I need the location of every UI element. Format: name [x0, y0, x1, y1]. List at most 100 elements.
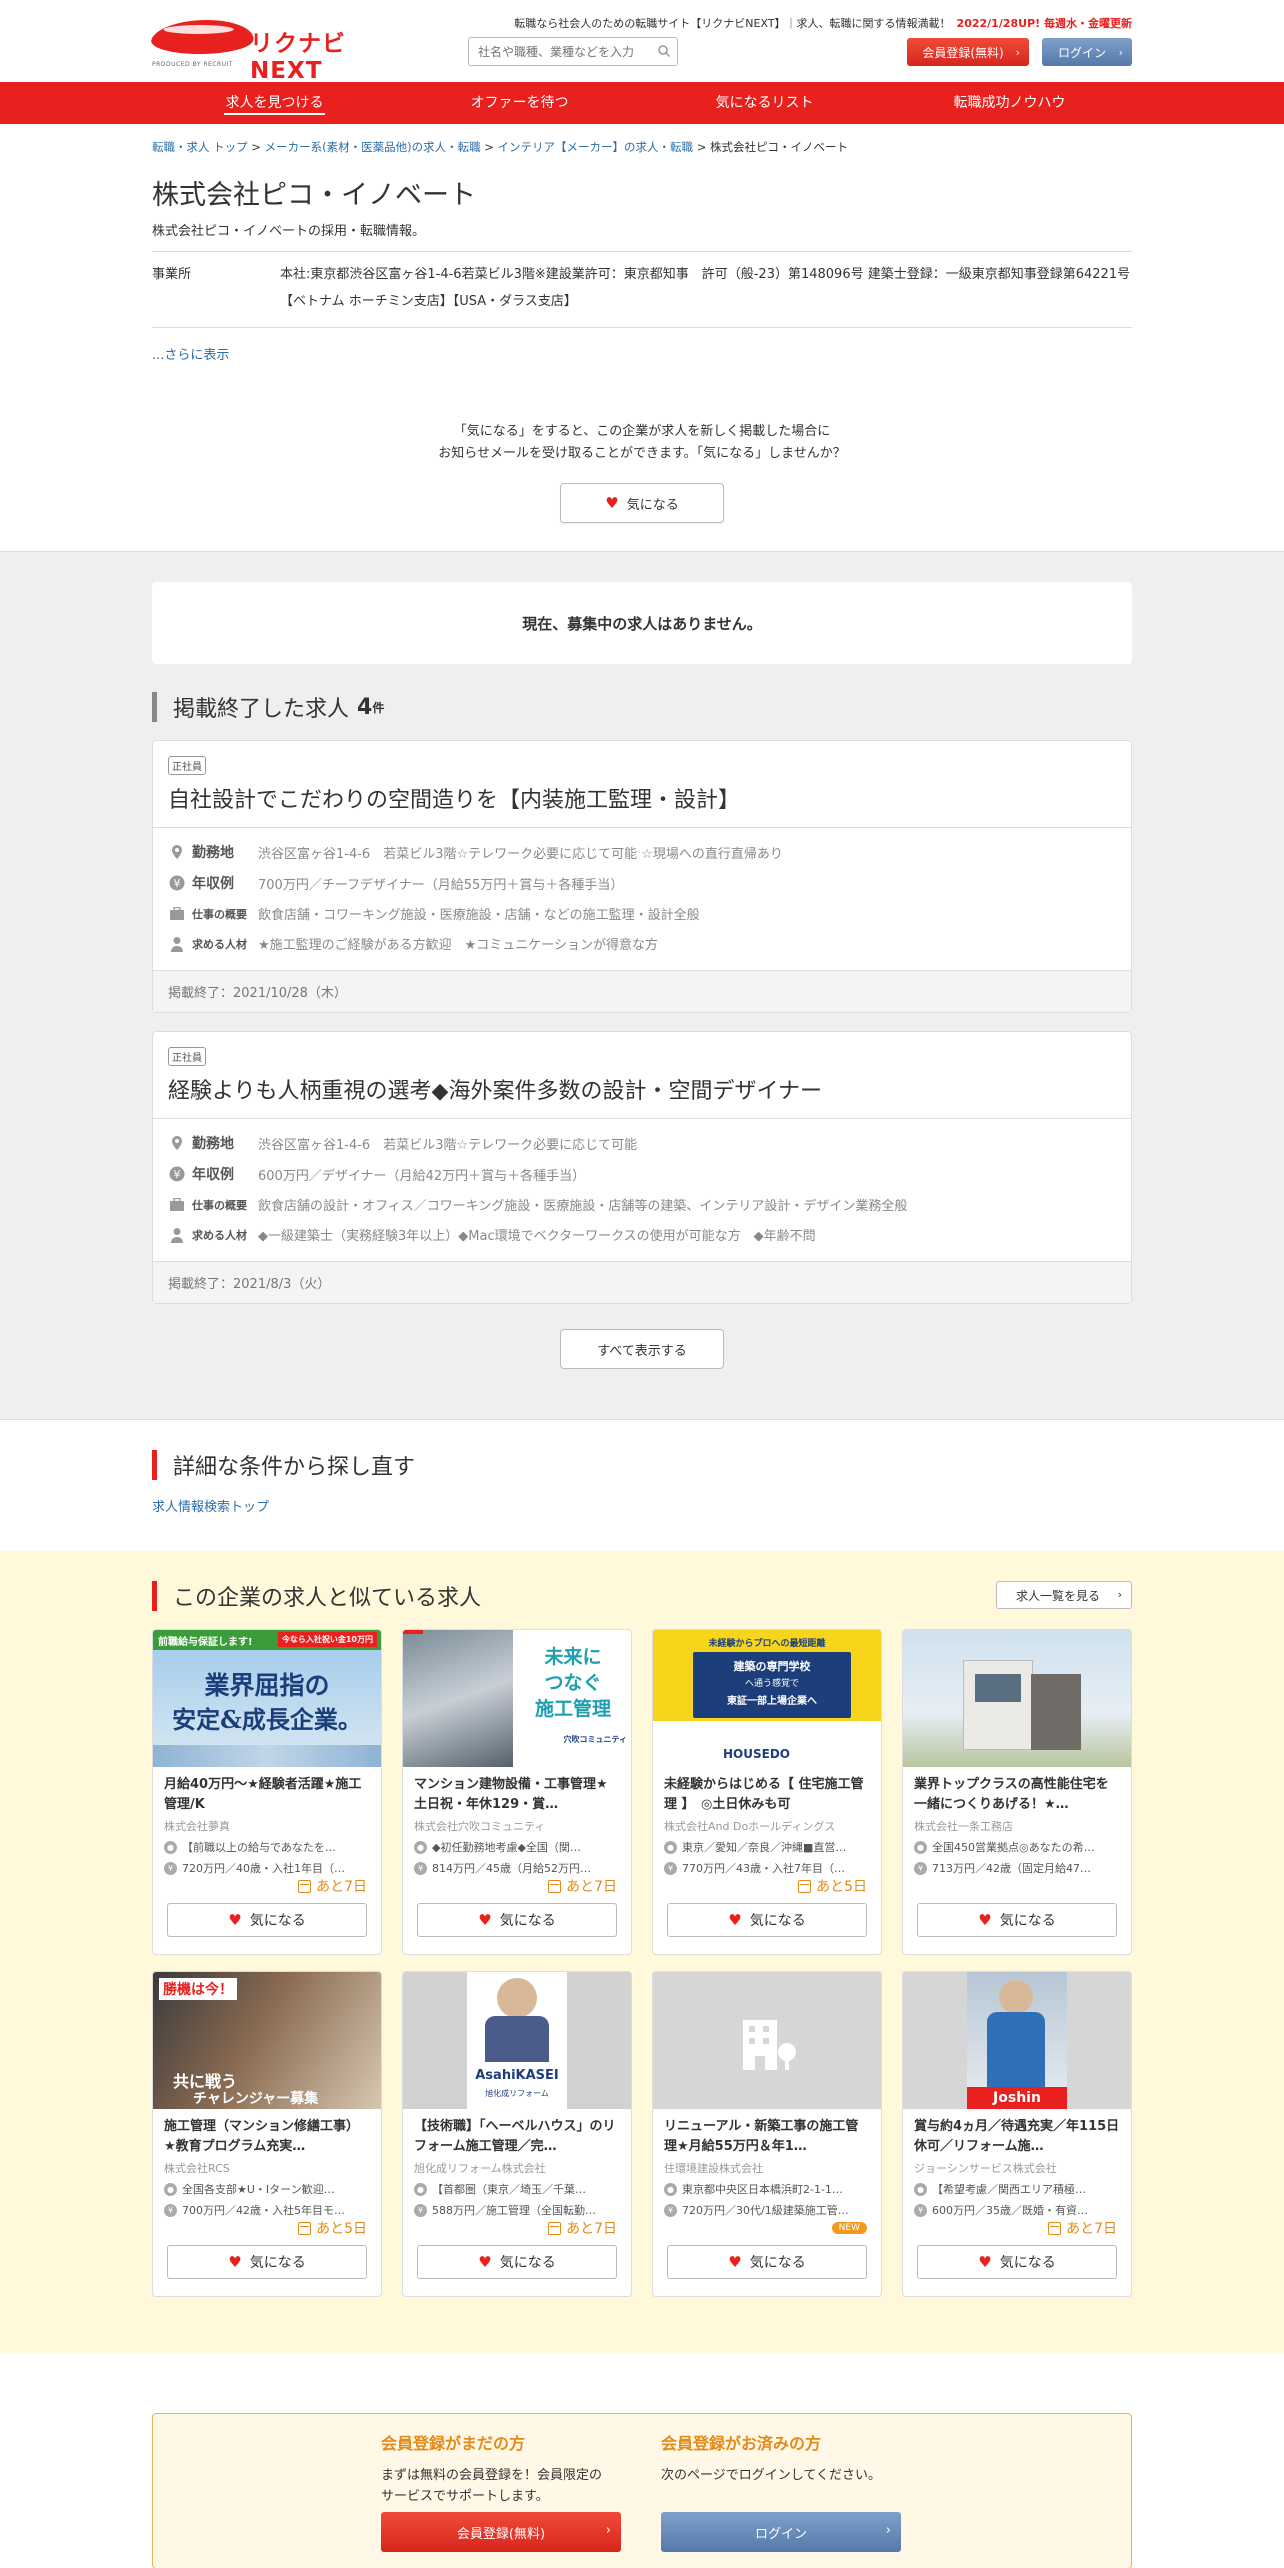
job-seeking: ◆一級建築士（実務経験3年以上）◆Mac環境でベクターワークスの使用が可能な方 … [258, 1229, 816, 1244]
yen-icon: ¥ [164, 2203, 177, 2217]
show-more-link[interactable]: ...さらに表示 [152, 344, 1132, 363]
nav-wait-offers[interactable]: オファーを待つ [397, 82, 642, 124]
similar-jobs-header: この企業の求人と似ている求人 求人一覧を見る › [152, 1581, 1132, 1611]
job-card[interactable]: 正社員 自社設計でこだわりの空間造りを【内装施工監理・設計】 勤務地 渋谷区富ヶ谷… [152, 740, 1132, 1013]
thumb-headline: 業界屈指の [204, 1671, 330, 1700]
office-label: 事業所 [152, 267, 192, 282]
job-location-row: 勤務地 渋谷区富ヶ谷1-4-6 若菜ビル3階☆テレワーク必要に応じて可能 ☆現場へ… [168, 842, 1116, 862]
new-badge: NEW [831, 2222, 867, 2234]
overview-label: 仕事の概要 [192, 1198, 247, 1212]
similar-job-card[interactable]: 未来に つなぐ 施工管理 穴吹コミュニティ マンション建物設備・工事管理★土日祝… [402, 1629, 632, 1955]
thumb-skyline [153, 1745, 381, 1767]
site-logo[interactable]: リクナビNEXT PRODUCED BY RECRUIT [148, 16, 352, 84]
search-again-heading: 詳細な条件から探し直す [152, 1450, 1132, 1480]
view-job-list-button[interactable]: 求人一覧を見る › [996, 1581, 1132, 1609]
similar-job-title[interactable]: リニューアル・新築工事の施工管理★月給55万円＆年1… [664, 2117, 870, 2157]
login-button[interactable]: ログイン › [1042, 38, 1132, 66]
deadline: あと7日 [548, 2218, 617, 2238]
similar-job-salary: ¥720万円／40歳・入社1年目（… [164, 1860, 370, 1876]
breadcrumb-link[interactable]: インテリア【メーカー】の求人・転職 [498, 140, 694, 154]
similar-job-card[interactable]: 業界トップクラスの高性能住宅を一緒につくりあげる！★… 株式会社一条工務店 ● 全… [902, 1629, 1132, 1955]
nav-career-knowhow[interactable]: 転職成功ノウハウ [887, 82, 1132, 124]
similar-job-title[interactable]: 施工管理（マンション修繕工事）★教育プログラム充実… [164, 2117, 370, 2157]
bottom-login-button[interactable]: ログイン › [661, 2512, 901, 2552]
job-title[interactable]: 経験よりも人柄重視の選考◆海外案件多数の設計・空間デザイナー [168, 1073, 1116, 1105]
job-thumbnail: 未来に つなぐ 施工管理 穴吹コミュニティ [403, 1630, 631, 1767]
similar-job-card[interactable]: 勝機は今！ 共に戦う チャレンジャー募集 施工管理（マンション修繕工事）★教育プ… [152, 1971, 382, 2297]
yen-icon: ¥ [168, 874, 186, 892]
similar-job-location: ● 全国450営業拠点◎あなたの希… [914, 1839, 1120, 1855]
similar-job-location-text: 東京／愛知／奈良／沖縄■直営… [682, 1841, 847, 1854]
nav-favorites-list[interactable]: 気になるリスト [642, 82, 887, 124]
job-seeking-row: 求める人材 ◆一級建築士（実務経験3年以上）◆Mac環境でベクターワークスの使用が… [168, 1225, 1116, 1244]
similar-job-card[interactable]: 前職給与保証します! 今なら入社祝い金10万円 業界屈指の 安定&成長企業。 月… [152, 1629, 382, 1955]
heart-icon: ♥ [228, 1911, 242, 1929]
not-registered-text: まずは無料の会員登録を！会員限定の サービスでサポートします。 [381, 2465, 602, 2507]
svg-text:¥: ¥ [174, 877, 181, 890]
job-card[interactable]: 正社員 経験よりも人柄重視の選考◆海外案件多数の設計・空間デザイナー 勤務地 渋谷… [152, 1031, 1132, 1304]
similar-job-location: ● 東京都中央区日本橋浜町2-1-1… [664, 2181, 870, 2197]
similar-jobs-grid: 前職給与保証します! 今なら入社祝い金10万円 業界屈指の 安定&成長企業。 月… [152, 1629, 1132, 2297]
favorite-button[interactable]: ♥ 気になる [667, 2245, 867, 2279]
favorite-label: 気になる [249, 1913, 306, 1929]
similar-job-title[interactable]: マンション建物設備・工事管理★土日祝・年休129・賞… [414, 1775, 620, 1815]
yen-icon: ¥ [914, 1861, 927, 1875]
breadcrumb-link[interactable]: 転職・求人 トップ [152, 140, 248, 154]
similar-job-title[interactable]: 未経験からはじめる【 住宅施工管理 】 ◎土日休みも可 [664, 1775, 870, 1815]
similar-jobs-heading: この企業の求人と似ている求人 [152, 1581, 1132, 1611]
not-registered-text-line: サービスでサポートします。 [381, 2489, 549, 2504]
similar-job-title[interactable]: 賞与約4ヵ月／待遇充実／年115日休可／リフォーム施… [914, 2117, 1120, 2157]
breadcrumb-link[interactable]: メーカー系(素材・医薬品他)の求人・転職 [265, 140, 481, 154]
thumb-badge: 今なら入社祝い金10万円 [277, 1632, 377, 1647]
register-button[interactable]: 会員登録(無料) › [907, 38, 1029, 66]
global-nav: 求人を見つける オファーを待つ 気になるリスト 転職成功ノウハウ [0, 82, 1284, 124]
job-card-header: 正社員 自社設計でこだわりの空間造りを【内装施工監理・設計】 [153, 741, 1131, 828]
similar-job-card[interactable]: リニューアル・新築工事の施工管理★月給55万円＆年1… 住環境建設株式会社 ● 東… [652, 1971, 882, 2297]
favorite-button[interactable]: ♥ 気になる [167, 2245, 367, 2279]
favorite-button[interactable]: ♥ 気になる [417, 1903, 617, 1937]
favorite-button[interactable]: ♥ 気になる [917, 1903, 1117, 1937]
member-register-box: 会員登録がまだの方 まずは無料の会員登録を！会員限定の サービスでサポートします。… [152, 2413, 1132, 2568]
similar-job-card[interactable]: AsahiKASEI 旭化成リフォーム 【技術職】「ヘーベルハウス」のリフォーム… [402, 1971, 632, 2297]
favorite-button[interactable]: ♥ 気になる [167, 1903, 367, 1937]
page-title: 株式会社ピコ・イノベート [152, 180, 476, 211]
logo-text: リクナビNEXT [250, 31, 346, 84]
heart-icon: ♥ [478, 2253, 492, 2271]
favorite-message: 「気になる」をすると、この企業が求人を新しく掲載した場合に お知らせメールを受け… [152, 421, 1132, 465]
similar-job-salary: ¥770万円／43歳・入社7年目（… [664, 1860, 870, 1876]
similar-job-card[interactable]: 未経験からプロへの最短距離 建築の専門学校 へ通う感覚で 東証一部上場企業へ H… [652, 1629, 882, 1955]
job-title[interactable]: 自社設計でこだわりの空間造りを【内装施工監理・設計】 [168, 782, 1116, 814]
yen-icon: ¥ [164, 1861, 177, 1875]
similar-job-title[interactable]: 業界トップクラスの高性能住宅を一緒につくりあげる！★… [914, 1775, 1120, 1815]
search-top-link[interactable]: 求人情報検索トップ [152, 1496, 1132, 1515]
bottom-register-button[interactable]: 会員登録(無料) › [381, 2512, 621, 2552]
pin-icon: ● [164, 1840, 177, 1854]
office-value: 本社:東京都渋谷区富ヶ谷1-4-6若菜ビル3階※建設業許可：東京都知事 許可（般… [280, 267, 1131, 309]
similar-job-company: 住環境建設株式会社 [664, 2162, 763, 2175]
yen-icon: ¥ [414, 1861, 427, 1875]
search-icon[interactable] [657, 44, 671, 58]
thumb-window [975, 1674, 1021, 1702]
thumb-headline: 未来に [544, 1646, 602, 1668]
similar-job-location: ● 東京／愛知／奈良／沖縄■直営… [664, 1839, 870, 1855]
favorite-button[interactable]: ♥ 気になる [667, 1903, 867, 1937]
show-all-button[interactable]: すべて表示する [560, 1329, 724, 1369]
view-list-label: 求人一覧を見る [1015, 1588, 1100, 1603]
favorite-label: 気になる [749, 1913, 806, 1929]
deadline-text: あと7日 [566, 2221, 617, 2237]
favorite-label: 気になる [999, 1913, 1056, 1929]
similar-job-card[interactable]: Joshin 賞与約4ヵ月／待遇充実／年115日休可／リフォーム施… ジョーシン… [902, 1971, 1132, 2297]
similar-job-title[interactable]: 月給40万円～★経験者活躍★施工管理/K [164, 1775, 370, 1815]
similar-job-salary: ¥588万円／施工管理（全国転勤… [414, 2202, 620, 2218]
search-input[interactable] [468, 37, 678, 66]
job-ended-date: 掲載終了：2021/8/3（火） [153, 1261, 1131, 1303]
similar-job-location: ● 【前職以上の給与であなたを… [164, 1839, 370, 1855]
similar-job-title[interactable]: 【技術職】「ヘーベルハウス」のリフォーム施工管理／完… [414, 2117, 620, 2157]
job-card-body: 勤務地 渋谷区富ヶ谷1-4-6 若菜ビル3階☆テレワーク必要に応じて可能 ☆現場へ… [153, 828, 1131, 970]
job-salary: 700万円／チーフデザイナー（月給55万円＋賞与＋各種手当） [258, 877, 624, 893]
favorite-button[interactable]: ♥ 気になる [917, 2245, 1117, 2279]
thumb-house [1031, 1674, 1081, 1750]
favorite-company-button[interactable]: ♥ 気になる [560, 483, 724, 523]
nav-find-jobs[interactable]: 求人を見つける [152, 82, 397, 124]
favorite-button[interactable]: ♥ 気になる [417, 2245, 617, 2279]
